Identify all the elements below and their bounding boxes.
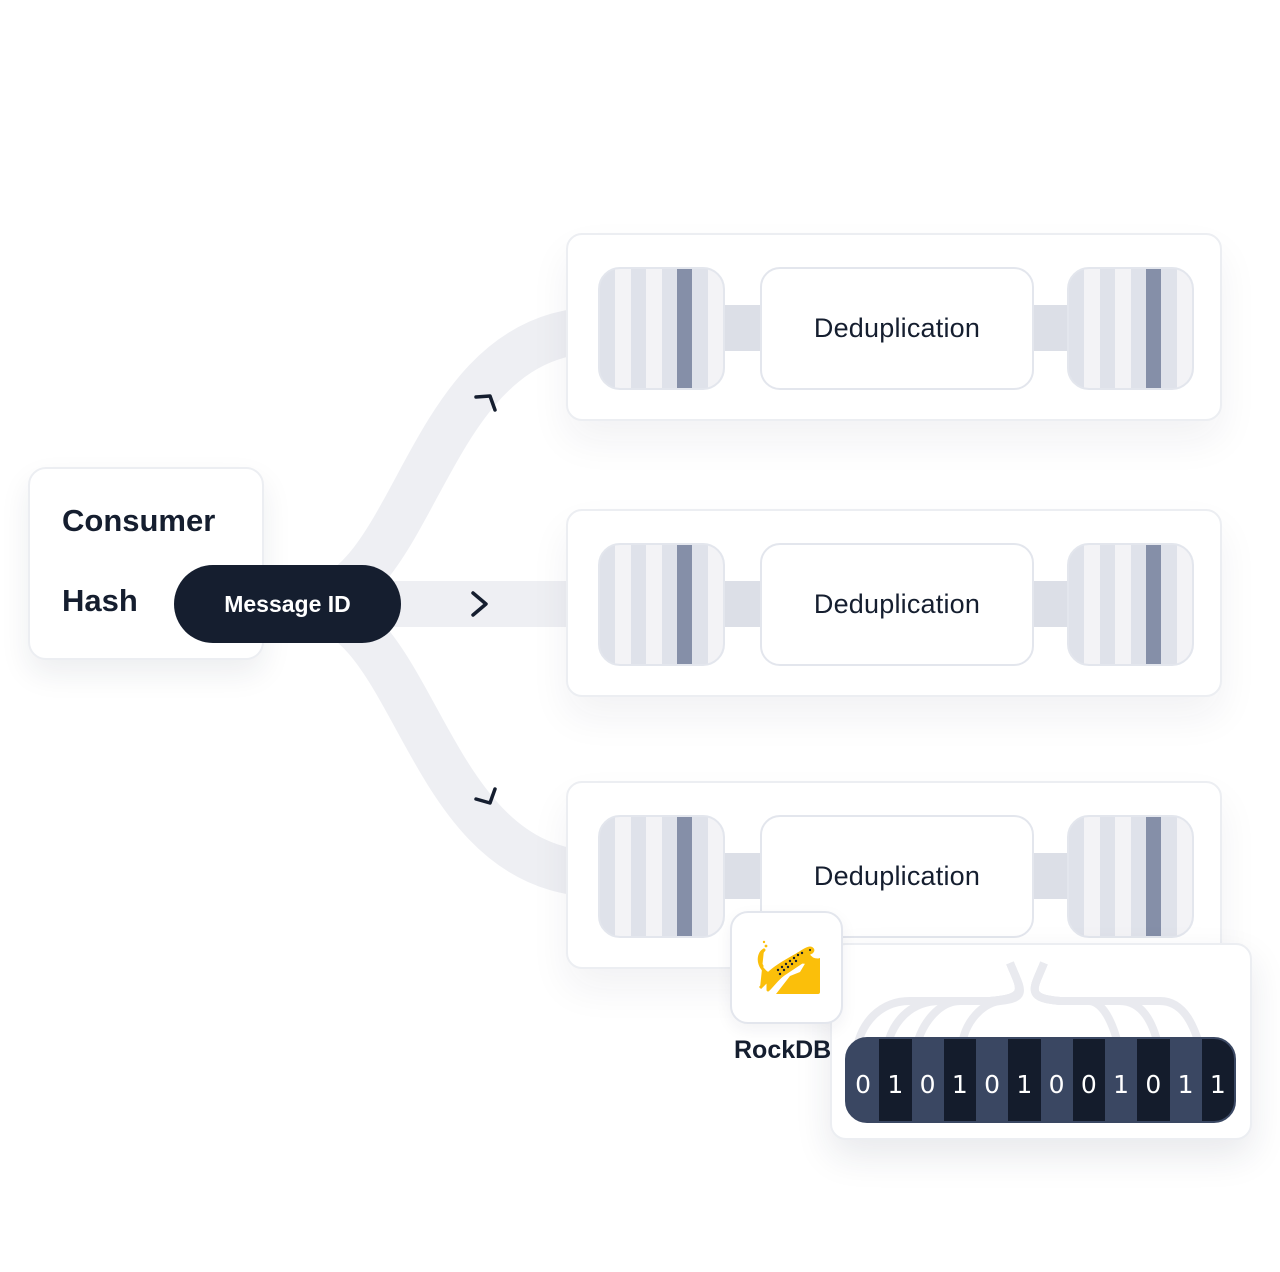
bit-cell: 1 bbox=[1169, 1039, 1202, 1121]
bit-cell: 1 bbox=[943, 1039, 976, 1121]
dedup-row-1: Deduplication bbox=[566, 233, 1222, 421]
queue-slot bbox=[630, 269, 647, 388]
bit-cell: 1 bbox=[1201, 1039, 1234, 1121]
bit-cell: 0 bbox=[976, 1039, 1009, 1121]
queue-slot bbox=[1069, 545, 1085, 664]
message-id-pill[interactable]: Message ID bbox=[174, 565, 401, 643]
queue-slot bbox=[676, 817, 693, 936]
bit-cell: 0 bbox=[1040, 1039, 1073, 1121]
queue-slot bbox=[692, 545, 708, 664]
bit-cell: 1 bbox=[1105, 1039, 1138, 1121]
queue-slot bbox=[600, 545, 616, 664]
output-queue bbox=[1067, 815, 1194, 938]
queue-slot bbox=[600, 269, 616, 388]
queue-slot bbox=[630, 545, 647, 664]
queue-slot bbox=[1099, 545, 1116, 664]
queue-slot bbox=[1145, 817, 1162, 936]
queue-slot bbox=[646, 269, 662, 388]
queue-slot bbox=[646, 817, 662, 936]
message-id-label: Message ID bbox=[224, 590, 351, 617]
queue-slot bbox=[630, 817, 647, 936]
queue-slot bbox=[615, 817, 631, 936]
flow-path-top bbox=[298, 307, 601, 627]
queue-slot bbox=[1145, 545, 1162, 664]
queue-slot bbox=[692, 817, 708, 936]
queue-slot bbox=[661, 817, 677, 936]
bit-cell: 1 bbox=[879, 1039, 912, 1121]
queue-slot bbox=[1115, 545, 1131, 664]
flow-path-bottom bbox=[298, 581, 601, 897]
queue-slot bbox=[692, 269, 708, 388]
queue-slot bbox=[1084, 545, 1100, 664]
queue-slot bbox=[615, 545, 631, 664]
queue-slot bbox=[1069, 269, 1085, 388]
output-queue bbox=[1067, 267, 1194, 390]
hash-label: Hash bbox=[62, 583, 138, 618]
queue-slot bbox=[1161, 817, 1177, 936]
queue-slot bbox=[1099, 817, 1116, 936]
dedup-row-3: Deduplication bbox=[566, 781, 1222, 969]
queue-slot bbox=[707, 545, 723, 664]
consumer-title: Consumer bbox=[62, 503, 216, 538]
queue-slot bbox=[1084, 269, 1100, 388]
leopard-icon bbox=[757, 940, 820, 994]
queue-slot bbox=[1130, 817, 1146, 936]
input-queue bbox=[598, 267, 725, 390]
queue-slot bbox=[1176, 817, 1192, 936]
dedup-row-2: Deduplication bbox=[566, 509, 1222, 697]
bit-cell: 0 bbox=[1072, 1039, 1105, 1121]
queue-slot bbox=[1161, 269, 1177, 388]
deduplication-box[interactable]: Deduplication bbox=[760, 543, 1034, 666]
queue-slot bbox=[1176, 269, 1192, 388]
deduplication-box[interactable]: Deduplication bbox=[760, 267, 1034, 390]
rockdb-label: RockDB bbox=[734, 1036, 832, 1064]
bit-cell: 0 bbox=[911, 1039, 944, 1121]
input-queue bbox=[598, 543, 725, 666]
bit-cell: 0 bbox=[1137, 1039, 1170, 1121]
bit-cell: 0 bbox=[847, 1039, 880, 1121]
queue-slot bbox=[1084, 817, 1100, 936]
queue-slot bbox=[661, 545, 677, 664]
queue-slot bbox=[1130, 269, 1146, 388]
queue-slot bbox=[600, 817, 616, 936]
queue-slot bbox=[1115, 269, 1131, 388]
queue-slot bbox=[1130, 545, 1146, 664]
queue-slot bbox=[661, 269, 677, 388]
queue-slot bbox=[1069, 817, 1085, 936]
queue-slot bbox=[707, 269, 723, 388]
queue-slot bbox=[1099, 269, 1116, 388]
queue-slot bbox=[646, 545, 662, 664]
queue-slot bbox=[615, 269, 631, 388]
queue-slot bbox=[1161, 545, 1177, 664]
bitmap-bar: 010101001011 bbox=[845, 1037, 1236, 1123]
queue-slot bbox=[1176, 545, 1192, 664]
output-queue bbox=[1067, 543, 1194, 666]
input-queue bbox=[598, 815, 725, 938]
rockdb-icon-card bbox=[730, 911, 843, 1024]
queue-slot bbox=[676, 545, 693, 664]
queue-slot bbox=[1115, 817, 1131, 936]
bit-cell: 1 bbox=[1008, 1039, 1041, 1121]
queue-slot bbox=[1145, 269, 1162, 388]
queue-slot bbox=[707, 817, 723, 936]
queue-slot bbox=[676, 269, 693, 388]
